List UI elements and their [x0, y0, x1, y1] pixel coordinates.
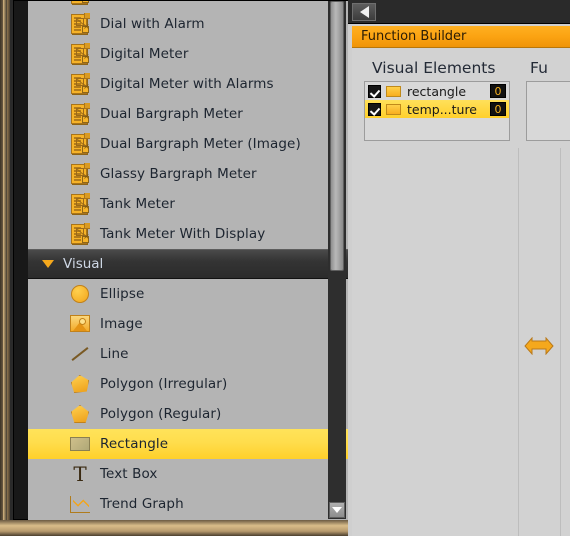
checkbox-checked-icon[interactable]: [368, 84, 381, 98]
list-item-label: Image: [100, 316, 143, 332]
category-label: Visual: [63, 256, 104, 272]
list-item-label: Digital Meter with Alarms: [100, 76, 274, 92]
list-item-polygon-irregular[interactable]: Polygon (Irregular): [28, 369, 348, 399]
list-item-image[interactable]: Image: [28, 309, 348, 339]
palette-item-list: Dial with Alarm Digital Meter Digital Me…: [28, 1, 348, 519]
color-swatch[interactable]: [386, 85, 401, 97]
element-count-badge: 0: [490, 84, 506, 98]
collapse-panel-button[interactable]: [352, 3, 376, 21]
list-item-polygon-regular[interactable]: Polygon (Regular): [28, 399, 348, 429]
document-icon: [70, 73, 90, 95]
image-icon: [70, 313, 90, 335]
functions-header: Fu: [530, 59, 548, 77]
list-item-label: Trend Graph: [100, 496, 184, 512]
polygon-regular-icon: [70, 403, 90, 425]
checkbox-checked-icon[interactable]: [368, 102, 381, 116]
list-item-glassy-bargraph-meter[interactable]: Glassy Bargraph Meter: [28, 159, 348, 189]
document-icon: [70, 103, 90, 125]
document-icon: [70, 193, 90, 215]
list-item-label: Dial with Alarm: [100, 16, 205, 32]
list-item-rectangle[interactable]: Rectangle: [28, 429, 348, 459]
list-item-label: Polygon (Regular): [100, 406, 222, 422]
list-item-digital-meter-with-alarms[interactable]: Digital Meter with Alarms: [28, 69, 348, 99]
list-item-dual-bargraph-meter[interactable]: Dual Bargraph Meter: [28, 99, 348, 129]
palette-scroll-viewport[interactable]: Dial with Alarm Digital Meter Digital Me…: [28, 1, 348, 521]
list-item-label: Ellipse: [100, 286, 145, 302]
table-row[interactable]: rectangle 0: [365, 82, 509, 100]
list-item-dual-bargraph-meter-image[interactable]: Dual Bargraph Meter (Image): [28, 129, 348, 159]
list-item-label: Digital Meter: [100, 46, 189, 62]
trend-graph-icon: [70, 493, 90, 515]
list-item-partial[interactable]: [28, 1, 348, 9]
category-header-visual[interactable]: Visual: [28, 249, 348, 279]
list-item-label: Dual Bargraph Meter: [100, 106, 243, 122]
visual-elements-header: Visual Elements: [372, 59, 496, 77]
function-builder-panel: Function Builder Visual Elements Fu rect…: [348, 0, 570, 536]
document-icon: [70, 223, 90, 245]
triangle-down-icon: [332, 507, 342, 513]
palette-frame: Dial with Alarm Digital Meter Digital Me…: [13, 0, 348, 521]
list-item-line[interactable]: Line: [28, 339, 348, 369]
document-icon: [70, 43, 90, 65]
scrollbar-down-button[interactable]: [329, 502, 345, 518]
function-builder-title: Function Builder: [352, 26, 570, 48]
double-arrow-horizontal-icon[interactable]: [523, 335, 555, 357]
document-icon: [70, 1, 90, 5]
text-box-icon: T: [73, 462, 87, 486]
element-name: rectangle: [407, 83, 467, 99]
list-item-label: Rectangle: [100, 436, 169, 452]
window-bottom-bevel: [0, 520, 348, 536]
document-icon: [70, 13, 90, 35]
rectangle-icon: [70, 433, 90, 455]
visual-elements-list[interactable]: rectangle 0 temp...ture 0: [364, 81, 510, 141]
triangle-left-icon: [359, 6, 369, 18]
list-item-tank-meter-with-display[interactable]: Tank Meter With Display: [28, 219, 348, 249]
scrollbar-thumb[interactable]: [330, 1, 344, 271]
list-item-label: Dual Bargraph Meter (Image): [100, 136, 301, 152]
panel-top-toolbar: [348, 0, 570, 24]
list-item-label: Tank Meter: [100, 196, 176, 212]
list-item-dial-with-alarm[interactable]: Dial with Alarm: [28, 9, 348, 39]
table-row[interactable]: temp...ture 0: [365, 100, 509, 118]
list-item-label: Polygon (Irregular): [100, 376, 228, 392]
panel-divider: [560, 148, 561, 536]
color-swatch[interactable]: [386, 103, 401, 115]
triangle-down-icon: [42, 260, 54, 268]
panel-divider: [518, 148, 519, 536]
list-item-tank-meter[interactable]: Tank Meter: [28, 189, 348, 219]
document-icon: [70, 133, 90, 155]
ellipse-icon: [70, 283, 90, 305]
document-icon: [70, 163, 90, 185]
list-item-digital-meter[interactable]: Digital Meter: [28, 39, 348, 69]
element-name: temp...ture: [407, 101, 478, 117]
component-palette-panel: Dial with Alarm Digital Meter Digital Me…: [0, 0, 348, 536]
polygon-irregular-icon: [70, 373, 90, 395]
list-item-label: Tank Meter With Display: [100, 226, 266, 242]
list-item-label: Glassy Bargraph Meter: [100, 166, 257, 182]
list-item-ellipse[interactable]: Ellipse: [28, 279, 348, 309]
line-icon: [70, 343, 90, 365]
palette-scrollbar[interactable]: [328, 1, 346, 519]
function-builder-body: Visual Elements Fu rectangle 0 temp...tu…: [352, 48, 570, 536]
list-item-label: Line: [100, 346, 129, 362]
list-item-text-box[interactable]: T Text Box: [28, 459, 348, 489]
list-item-trend-graph[interactable]: Trend Graph: [28, 489, 348, 519]
functions-list[interactable]: [526, 81, 570, 141]
list-item-label: Text Box: [100, 466, 158, 482]
element-count-badge: 0: [490, 102, 506, 116]
